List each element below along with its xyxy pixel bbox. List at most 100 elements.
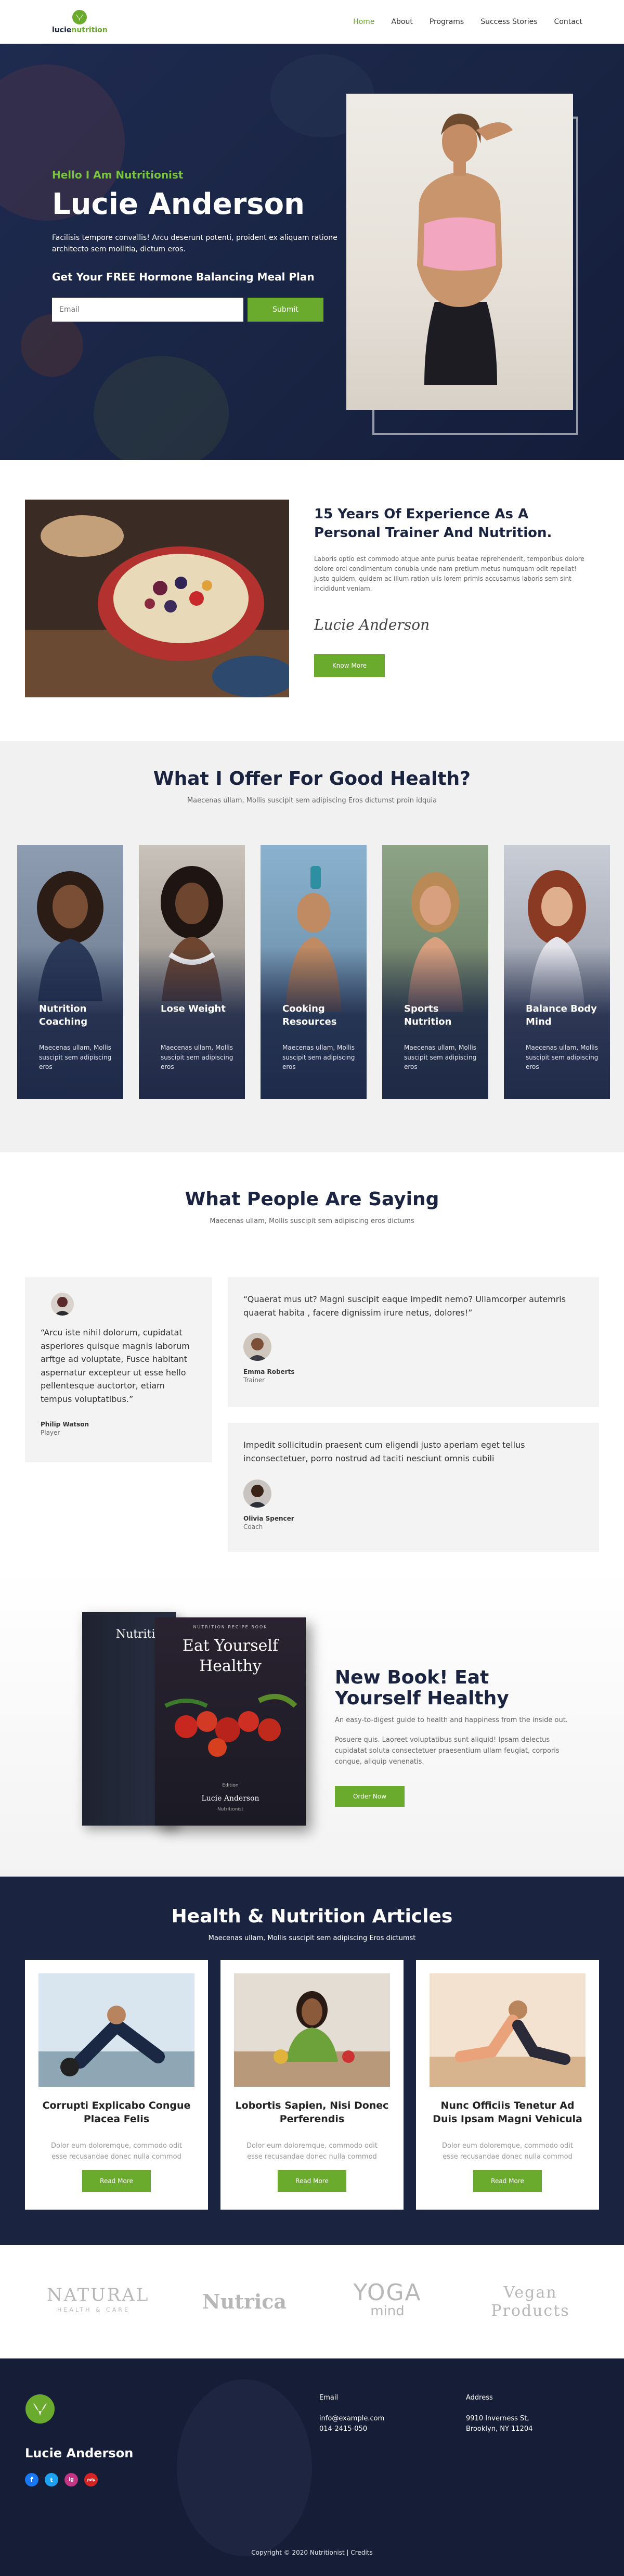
- card-title: Lose Weight: [161, 1003, 226, 1014]
- partner-logo-nutrica: Nutrica: [192, 2290, 296, 2313]
- article-card: Nunc Officiis Tenetur Ad Duis Ipsam Magn…: [416, 1960, 599, 2210]
- submit-button[interactable]: Submit: [248, 298, 323, 322]
- leaf-logo-icon: [72, 10, 87, 24]
- offer-card-nutrition-coaching[interactable]: Nutrition Coaching Maecenas ullam, Molli…: [17, 845, 123, 1099]
- testimonial-role: Coach: [243, 1523, 263, 1531]
- partner-logo-subtext: Products: [491, 2302, 570, 2320]
- hero-section: Hello I Am Nutritionist Lucie Anderson F…: [0, 44, 624, 460]
- offer-card-lose-weight[interactable]: Lose Weight Maecenas ullam, Mollis susci…: [139, 845, 245, 1099]
- hero-photo: [346, 94, 573, 410]
- offer-card-sports-nutrition[interactable]: Sports Nutrition Maecenas ullam, Mollis …: [382, 845, 488, 1099]
- book-cover-kicker: NUTRITION RECIPE BOOK: [193, 1625, 268, 1629]
- book-cover-image: Nutrition NUTRITION RECIPE BOOK Eat Your…: [77, 1612, 311, 1831]
- partner-logo-text: YOGA: [353, 2279, 422, 2306]
- leaf-logo-icon: [25, 2394, 55, 2424]
- email-input[interactable]: [52, 298, 243, 322]
- card-text: Maecenas ullam, Mollis suscipit sem adip…: [404, 1044, 477, 1071]
- testimonial-name: Olivia Spencer: [243, 1515, 294, 1523]
- twitter-icon[interactable]: t: [45, 2473, 58, 2486]
- book-cover-title: Eat Yourself Healthy: [182, 1637, 279, 1675]
- partner-logos: NATURAL HEALTH & CARE Nutrica YOGA mind …: [0, 2245, 624, 2358]
- nav-home[interactable]: Home: [353, 18, 374, 26]
- articles-title: Health & Nutrition Articles: [171, 1906, 453, 1927]
- vegetables-image: [164, 1694, 297, 1757]
- yelp-icon[interactable]: yelp: [84, 2473, 98, 2486]
- nav-success-stories[interactable]: Success Stories: [480, 18, 537, 26]
- footer-email[interactable]: info@example.com: [319, 2414, 384, 2424]
- about-content: 15 Years Of Experience As A Personal Tra…: [314, 505, 584, 677]
- article-excerpt: Dolor eum doloremque, commodo odit esse …: [442, 2142, 573, 2161]
- testimonial-quote: Impedit sollicitudin praesent cum eligen…: [243, 1440, 525, 1463]
- offer-card-balance-body-mind[interactable]: Balance Body Mind Maecenas ullam, Mollis…: [504, 845, 610, 1099]
- card-text: Maecenas ullam, Mollis suscipit sem adip…: [526, 1044, 599, 1071]
- testimonial-role: Trainer: [243, 1376, 265, 1384]
- card-title: Sports Nutrition: [404, 1003, 452, 1028]
- signature: Lucie Anderson: [314, 616, 430, 633]
- hero-signup-form: Submit: [52, 298, 343, 322]
- testimonial-card-olivia-spencer: Impedit sollicitudin praesent cum eligen…: [228, 1423, 599, 1552]
- article-image-workout: [38, 1973, 194, 2087]
- partner-logo-yoga: YOGA mind: [338, 2281, 437, 2318]
- testimonial-card-emma-roberts: “Quaerat mus ut? Magni suscipit eaque im…: [228, 1277, 599, 1407]
- logo-text-prefix: lucie: [52, 26, 72, 34]
- book-cover-author: Lucie Anderson: [201, 1794, 259, 1803]
- instagram-icon[interactable]: ig: [64, 2473, 78, 2486]
- offer-card-cooking-resources[interactable]: Cooking Resources Maecenas ullam, Mollis…: [261, 845, 367, 1099]
- article-card: Lobortis Sapien, Nisi Donec Perferendis …: [220, 1960, 404, 2210]
- offer-cards: Nutrition Coaching Maecenas ullam, Molli…: [17, 845, 610, 1099]
- read-more-button[interactable]: Read More: [473, 2170, 542, 2192]
- testimonial-name: Philip Watson: [41, 1420, 89, 1428]
- woman-portrait-image: [417, 113, 513, 385]
- about-section: 15 Years Of Experience As A Personal Tra…: [0, 460, 624, 741]
- partner-logo-text: Nutrica: [202, 2290, 287, 2313]
- article-title[interactable]: Lobortis Sapien, Nisi Donec Perferendis: [234, 2099, 390, 2126]
- footer-email-heading: Email: [319, 2394, 339, 2402]
- testimonial-quote: “Quaerat mus ut? Magni suscipit eaque im…: [243, 1294, 566, 1318]
- footer-address-heading: Address: [466, 2394, 493, 2402]
- partner-logo-vegan: Vegan Products: [484, 2284, 577, 2320]
- article-title[interactable]: Corrupti Explicabo Congue Placea Felis: [38, 2099, 194, 2126]
- logo-text-suffix: nutrition: [71, 26, 108, 34]
- article-image-stretching: [430, 1973, 586, 2087]
- know-more-button[interactable]: Know More: [314, 654, 385, 677]
- offer-title: What I Offer For Good Health?: [153, 768, 471, 789]
- articles-section: Health & Nutrition Articles Maecenas ull…: [0, 1877, 624, 2245]
- book-cover-publisher: Nutritionist: [217, 1807, 244, 1812]
- testimonial-quote: “Arcu iste nihil dolorum, cupidatat aspe…: [41, 1328, 190, 1404]
- footer-phone[interactable]: 014-2415-050: [319, 2424, 367, 2434]
- footer-address-line2: Brooklyn, NY 11204: [466, 2425, 533, 2433]
- testimonial-name: Emma Roberts: [243, 1368, 295, 1376]
- card-title: Cooking Resources: [282, 1003, 337, 1028]
- site-footer: Lucie Anderson f t ig yelp Email info@ex…: [0, 2358, 624, 2576]
- nav-about[interactable]: About: [391, 18, 412, 26]
- book-lead: An easy-to-digest guide to health and ha…: [335, 1716, 568, 1724]
- copyright: Copyright © 2020 Nutritionist | Credits: [251, 2549, 373, 2556]
- hero-kicker: Hello I Am Nutritionist: [52, 169, 184, 181]
- article-title[interactable]: Nunc Officiis Tenetur Ad Duis Ipsam Magn…: [430, 2099, 586, 2126]
- partner-logo-text: NATURAL: [47, 2285, 150, 2305]
- read-more-button[interactable]: Read More: [278, 2170, 346, 2192]
- footer-address-line1: 9910 Inverness St,: [466, 2415, 529, 2422]
- read-more-button[interactable]: Read More: [82, 2170, 151, 2192]
- article-card: Corrupti Explicabo Congue Placea Felis D…: [25, 1960, 208, 2210]
- hero-bg-decoration: [21, 314, 83, 377]
- facebook-icon[interactable]: f: [25, 2473, 38, 2486]
- article-excerpt: Dolor eum doloremque, commodo odit esse …: [51, 2142, 182, 2161]
- testimonial-card-philip-watson: “Arcu iste nihil dolorum, cupidatat aspe…: [25, 1277, 212, 1462]
- book-section: Nutrition NUTRITION RECIPE BOOK Eat Your…: [0, 1568, 624, 1877]
- site-header: lucienutrition Home About Programs Succe…: [0, 0, 624, 44]
- breakfast-bowl-image: [25, 500, 289, 697]
- book-body: Posuere quis. Laoreet voluptatibus sunt …: [335, 1736, 560, 1766]
- hero-bg-decoration: [94, 356, 229, 460]
- site-logo[interactable]: lucienutrition: [52, 9, 108, 34]
- avatar: [243, 1480, 271, 1508]
- footer-bg-decoration: [177, 2379, 312, 2556]
- articles-subtitle: Maecenas ullam, Mollis suscipit sem adip…: [208, 1934, 416, 1942]
- order-now-button[interactable]: Order Now: [335, 1786, 405, 1807]
- card-text: Maecenas ullam, Mollis suscipit sem adip…: [39, 1044, 112, 1071]
- hero-content: Hello I Am Nutritionist Lucie Anderson F…: [52, 169, 343, 322]
- partner-logo-natural: NATURAL HEALTH & CARE: [47, 2285, 150, 2313]
- nav-programs[interactable]: Programs: [430, 18, 464, 26]
- nav-contact[interactable]: Contact: [554, 18, 582, 26]
- main-nav: Home About Programs Success Stories Cont…: [353, 18, 582, 26]
